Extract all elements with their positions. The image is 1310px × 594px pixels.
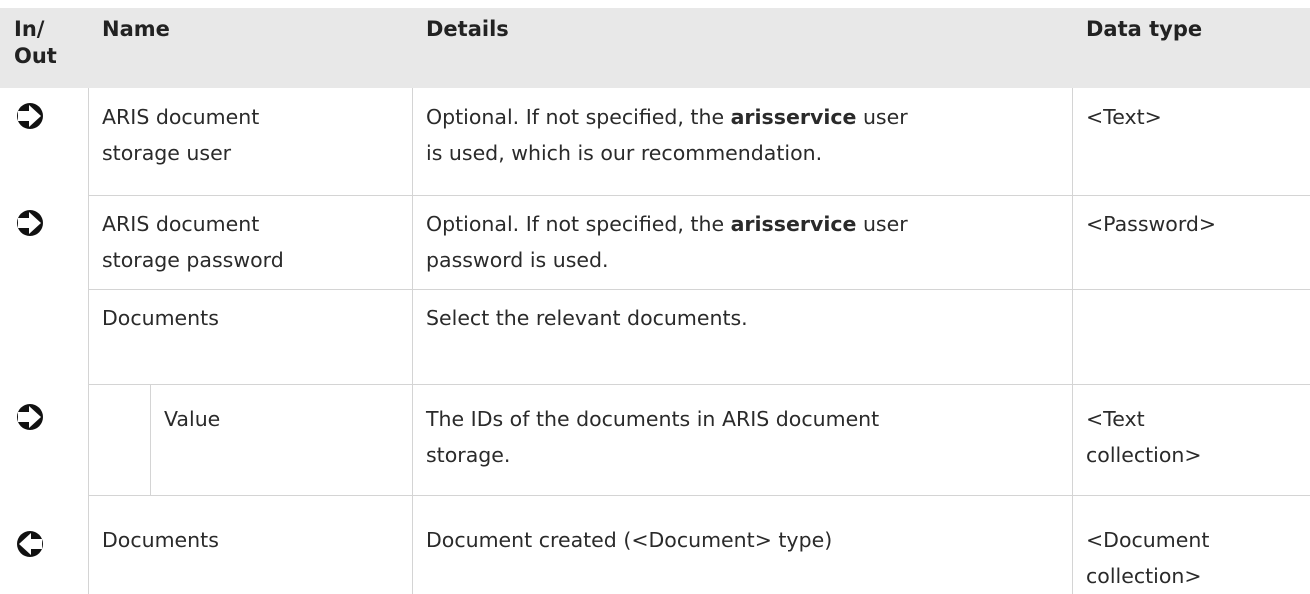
name-line: ARIS document bbox=[102, 212, 260, 236]
param-name: Documents bbox=[102, 522, 219, 558]
param-name: Documents bbox=[102, 300, 219, 336]
details-bold: arisservice bbox=[730, 105, 857, 129]
datatype-line: <Text> bbox=[1086, 105, 1162, 129]
name-line: ARIS document bbox=[102, 105, 260, 129]
name-line: Documents bbox=[102, 306, 219, 330]
details-line: password is used. bbox=[426, 248, 609, 272]
header-inout-line2: Out bbox=[14, 44, 57, 68]
details-text: user bbox=[856, 105, 908, 129]
table-header: In/ Out Name Details Data type bbox=[0, 8, 1310, 88]
details-line: Select the relevant documents. bbox=[426, 306, 748, 330]
details-line: Optional. If not specified, the arisserv… bbox=[426, 99, 908, 135]
header-datatype: Data type bbox=[1086, 17, 1203, 41]
details-text: Optional. If not specified, the bbox=[426, 105, 731, 129]
datatype-line: collection> bbox=[1086, 564, 1202, 588]
param-datatype: <Password> bbox=[1086, 206, 1216, 242]
table-row: Documents Select the relevant documents. bbox=[0, 289, 1310, 384]
details-bold: arisservice bbox=[730, 212, 857, 236]
details-line: Optional. If not specified, the arisserv… bbox=[426, 206, 908, 242]
header-name: Name bbox=[102, 17, 170, 41]
details-line: The IDs of the documents in ARIS documen… bbox=[426, 407, 880, 431]
param-details: Document created (<Document> type) bbox=[426, 522, 832, 558]
table-row: ARIS document storage password Optional.… bbox=[0, 195, 1310, 289]
arrow-left-icon bbox=[17, 531, 43, 557]
param-details: Select the relevant documents. bbox=[426, 300, 748, 336]
param-details: Optional. If not specified, the arisserv… bbox=[426, 99, 908, 171]
param-name: ARIS document storage user bbox=[102, 99, 259, 171]
param-details: The IDs of the documents in ARIS documen… bbox=[426, 401, 879, 473]
header-inout: In/ Out bbox=[14, 16, 57, 70]
arrow-right-icon bbox=[17, 210, 43, 236]
table-row: Value The IDs of the documents in ARIS d… bbox=[0, 384, 1310, 495]
parameter-table: In/ Out Name Details Data type ARIS docu… bbox=[0, 0, 1310, 594]
details-text: Optional. If not specified, the bbox=[426, 212, 731, 236]
datatype-line: <Document bbox=[1086, 528, 1210, 552]
details-line: is used, which is our recommendation. bbox=[426, 141, 823, 165]
header-inout-line1: In/ bbox=[14, 17, 45, 41]
datatype-line: <Password> bbox=[1086, 212, 1217, 236]
param-datatype: <Text> bbox=[1086, 99, 1162, 135]
table-row: Documents Document created (<Document> t… bbox=[0, 495, 1310, 594]
name-line: Documents bbox=[102, 528, 219, 552]
name-line: storage password bbox=[102, 248, 284, 272]
arrow-right-icon bbox=[17, 103, 43, 129]
param-datatype: <Document collection> bbox=[1086, 522, 1209, 594]
param-datatype: <Text collection> bbox=[1086, 401, 1202, 473]
details-line: Document created (<Document> type) bbox=[426, 528, 833, 552]
datatype-line: collection> bbox=[1086, 443, 1202, 467]
param-details: Optional. If not specified, the arisserv… bbox=[426, 206, 908, 278]
table-row: ARIS document storage user Optional. If … bbox=[0, 99, 1310, 195]
param-name: ARIS document storage password bbox=[102, 206, 284, 278]
name-line: Value bbox=[164, 407, 221, 431]
datatype-line: <Text bbox=[1086, 407, 1145, 431]
header-details: Details bbox=[426, 17, 509, 41]
arrow-right-icon bbox=[17, 404, 43, 430]
param-name: Value bbox=[164, 401, 220, 437]
details-line: storage. bbox=[426, 443, 511, 467]
name-line: storage user bbox=[102, 141, 232, 165]
details-text: user bbox=[856, 212, 908, 236]
